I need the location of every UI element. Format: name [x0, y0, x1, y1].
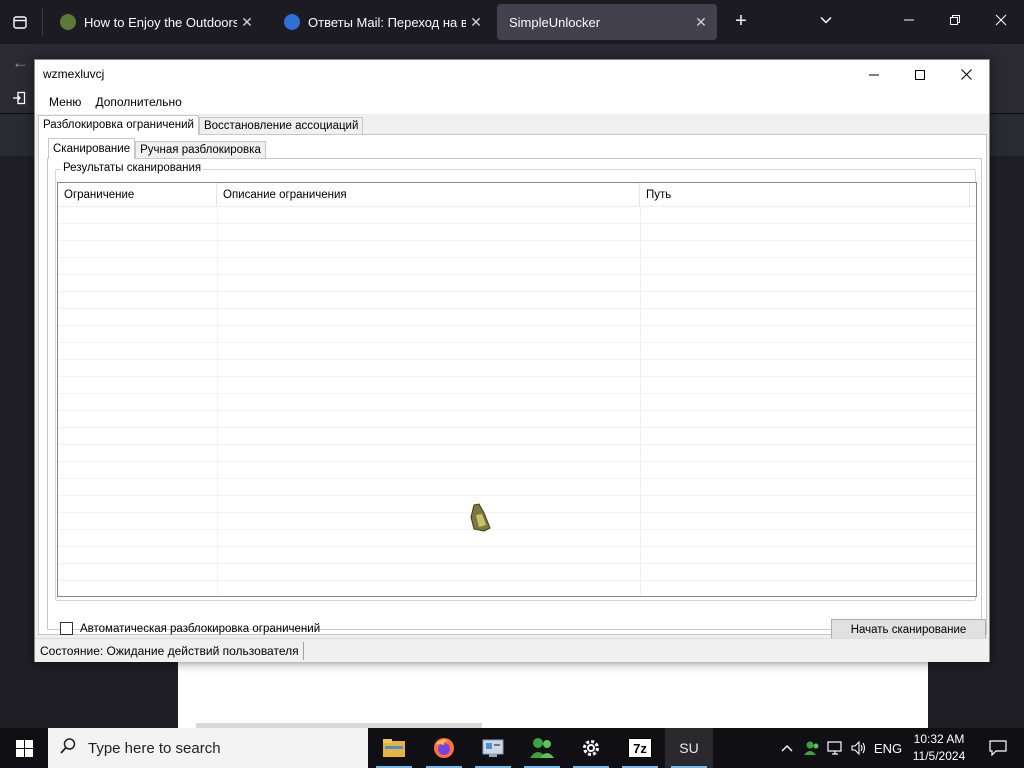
- scan-results-group: Результаты сканирования Ограничение Опис…: [55, 162, 977, 601]
- tab-title: Ответы Mail: Переход на внеш: [308, 14, 466, 30]
- status-text: Состояние: Ожидание действий пользовател…: [40, 642, 304, 660]
- window-title: wzmexluvcj: [43, 67, 105, 81]
- inner-tab-strip: Сканирование Ручная разблокировка: [48, 138, 266, 159]
- tab-close-icon[interactable]: ✕: [237, 14, 257, 31]
- notifications-icon[interactable]: [978, 728, 1018, 768]
- people-icon[interactable]: [518, 728, 566, 768]
- control-panel-icon[interactable]: [469, 728, 517, 768]
- mail-answers-favicon-icon: [284, 14, 300, 30]
- simpleunlocker-icon[interactable]: SU: [665, 728, 713, 768]
- column-divider: [217, 207, 218, 596]
- tab-unlock-restrictions[interactable]: Разблокировка ограничений: [38, 115, 199, 135]
- tab-close-icon[interactable]: ✕: [466, 14, 486, 31]
- outer-tab-panel: Сканирование Ручная разблокировка Резуль…: [38, 134, 987, 642]
- system-clock[interactable]: 10:32 AM 11/5/2024: [905, 731, 973, 765]
- search-icon: [48, 737, 88, 760]
- scan-results-list[interactable]: Ограничение Описание ограничения Путь: [57, 182, 977, 597]
- auto-unlock-label: Автоматическая разблокировка ограничений: [80, 622, 321, 635]
- menu-bar: Меню Дополнительно: [35, 89, 989, 114]
- list-header: Ограничение Описание ограничения Путь: [58, 183, 976, 207]
- inner-tab-panel: Результаты сканирования Ограничение Опис…: [47, 158, 986, 642]
- app-window: wzmexluvcj Меню Дополнительно Разблокиро…: [34, 59, 990, 662]
- clock-date: 11/5/2024: [912, 749, 966, 763]
- tab-title: SimpleUnlocker: [509, 14, 601, 30]
- list-body[interactable]: [58, 207, 976, 596]
- taskbar: Type here to search 7z SU ENG 10:32 AM 1…: [0, 728, 1024, 768]
- menu-item-advanced[interactable]: Дополнительно: [88, 91, 188, 113]
- auto-unlock-option[interactable]: Автоматическая разблокировка ограничений: [60, 622, 320, 635]
- language-indicator[interactable]: ENG: [872, 728, 904, 768]
- chevron-down-icon[interactable]: [814, 10, 838, 34]
- 7zip-icon[interactable]: 7z: [616, 728, 664, 768]
- status-bar: Состояние: Ожидание действий пользовател…: [35, 638, 989, 662]
- tab-list-icon[interactable]: [8, 10, 32, 34]
- webpage-content: [178, 660, 928, 728]
- outdoors-favicon-icon: [60, 14, 76, 30]
- volume-icon[interactable]: [848, 728, 870, 768]
- browser-restore-icon[interactable]: [940, 8, 970, 36]
- clock-time: 10:32 AM: [913, 732, 965, 746]
- tray-expand-icon[interactable]: [776, 728, 798, 768]
- auto-unlock-checkbox[interactable]: [60, 622, 73, 635]
- tab-restore-associations[interactable]: Восстановление ассоциаций: [198, 117, 364, 135]
- sign-in-icon[interactable]: [12, 91, 26, 108]
- browser-tab-simpleunlocker[interactable]: SimpleUnlocker ✕: [497, 4, 717, 40]
- outer-tab-strip: Разблокировка ограничений Восстановление…: [38, 115, 364, 135]
- browser-minimize-icon[interactable]: [894, 8, 924, 36]
- back-arrow-icon[interactable]: ←: [12, 53, 29, 73]
- column-divider: [640, 207, 641, 596]
- tab-title: How to Enjoy the Outdoors (wit: [84, 14, 237, 30]
- network-icon[interactable]: [824, 728, 848, 768]
- close-icon[interactable]: [943, 60, 989, 89]
- windows-start-icon[interactable]: [0, 728, 48, 768]
- search-placeholder: Type here to search: [88, 739, 221, 757]
- file-explorer-icon[interactable]: [370, 728, 418, 768]
- browser-close-icon[interactable]: [986, 8, 1016, 36]
- browser-tab-outdoors[interactable]: How to Enjoy the Outdoors (wit ✕: [48, 4, 263, 40]
- busy-cursor-icon: [470, 503, 491, 532]
- settings-gear-icon[interactable]: [567, 728, 615, 768]
- 7zip-label: 7z: [633, 741, 647, 756]
- window-titlebar[interactable]: wzmexluvcj: [35, 60, 989, 89]
- column-header-path[interactable]: Путь: [640, 183, 970, 207]
- scan-results-legend: Результаты сканирования: [61, 162, 204, 174]
- tab-scanning[interactable]: Сканирование: [48, 138, 136, 159]
- minimize-icon[interactable]: [851, 60, 897, 89]
- tab-manual-unlock[interactable]: Ручная разблокировка: [135, 141, 266, 159]
- maximize-icon[interactable]: [897, 60, 943, 89]
- tab-separator: [42, 8, 43, 36]
- menu-item-menu[interactable]: Меню: [42, 91, 88, 113]
- column-header-description[interactable]: Описание ограничения: [217, 183, 640, 207]
- firefox-icon[interactable]: [420, 728, 468, 768]
- tray-people-icon[interactable]: [800, 728, 824, 768]
- taskbar-search-box[interactable]: Type here to search: [48, 728, 368, 768]
- column-header-restriction[interactable]: Ограничение: [58, 183, 217, 207]
- browser-tab-mail[interactable]: Ответы Mail: Переход на внеш ✕: [272, 4, 492, 40]
- tab-close-icon[interactable]: ✕: [691, 14, 711, 31]
- browser-tab-bar: How to Enjoy the Outdoors (wit ✕ Ответы …: [0, 0, 1024, 44]
- simpleunlocker-label: SU: [679, 740, 699, 756]
- new-tab-button[interactable]: +: [729, 10, 753, 34]
